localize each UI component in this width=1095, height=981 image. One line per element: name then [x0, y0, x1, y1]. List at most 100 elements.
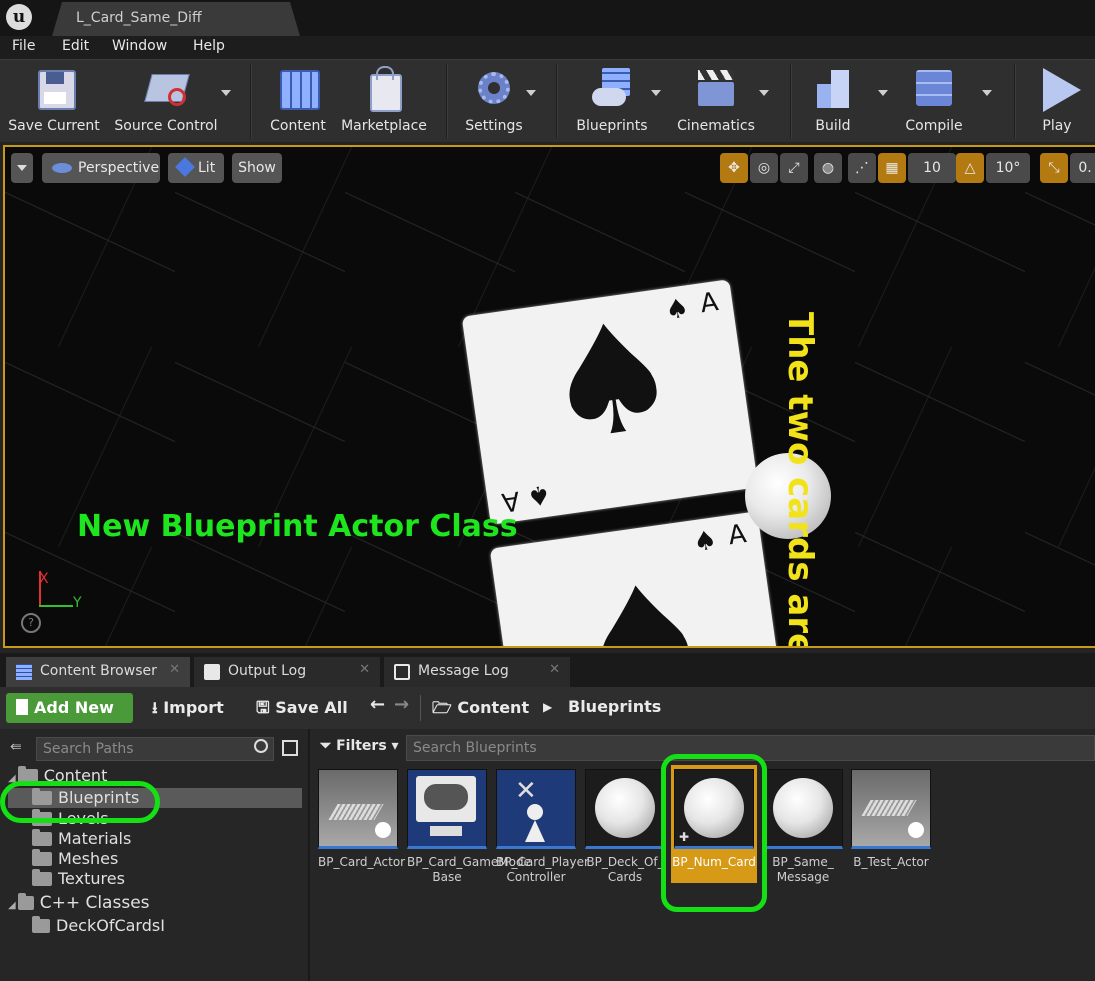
- build-dropdown-icon[interactable]: [878, 90, 888, 96]
- scale-snap-value[interactable]: 0.: [1070, 153, 1095, 183]
- show-button[interactable]: Show: [232, 153, 282, 183]
- cpp-folder-icon: [17, 893, 34, 910]
- back-arrow-icon[interactable]: ←: [370, 694, 385, 715]
- compile-label: Compile: [905, 118, 963, 134]
- assets-panel: ⏷ Filters ▾ Search Blueprints BP_Card_Ac…: [310, 729, 1095, 981]
- build-button[interactable]: Build: [804, 64, 862, 138]
- tree-folder-materials-label: Materials: [58, 829, 132, 848]
- tab-content-browser[interactable]: Content Browser ✕: [6, 657, 190, 687]
- tree-cpp-folder[interactable]: DeckOfCardsI: [32, 916, 165, 935]
- close-icon[interactable]: ✕: [359, 662, 370, 677]
- unreal-logo-icon: u: [6, 4, 32, 30]
- player-controller-thumbnail-icon: ✕: [496, 769, 576, 849]
- tab-output-log[interactable]: Output Log ✕: [194, 657, 380, 687]
- card-rank-top: A: [698, 287, 721, 320]
- import-button[interactable]: ⭳ Import: [152, 697, 224, 724]
- lit-button[interactable]: Lit: [168, 153, 224, 183]
- chevron-down-icon: ▾: [391, 738, 399, 754]
- card-suit-bottom: ♠: [525, 478, 553, 512]
- add-new-button[interactable]: Add New: [6, 693, 133, 741]
- cinematics-dropdown-icon[interactable]: [759, 90, 769, 96]
- import-label: Import: [163, 698, 224, 717]
- rotation-snap-value[interactable]: 10°: [986, 153, 1030, 183]
- scale-tool-icon[interactable]: ⤢: [780, 153, 808, 183]
- cinematics-button[interactable]: Cinematics: [674, 64, 758, 138]
- asset-label: BP_Same_ Message: [772, 855, 834, 884]
- output-log-icon: [204, 664, 220, 680]
- paths-toggle-icon[interactable]: ⇚: [10, 739, 30, 757]
- search-paths-input[interactable]: Search Paths: [36, 737, 274, 761]
- build-blocks-icon: [809, 64, 857, 112]
- tree-cpp-classes[interactable]: ◢ C++ Classes: [8, 893, 150, 913]
- axis-y-label: Y: [73, 595, 82, 611]
- level-tab[interactable]: L_Card_Same_Diff: [52, 2, 300, 36]
- panel-tab-row: Content Browser ✕ Output Log ✕ Message Log…: [0, 653, 1095, 687]
- content-button[interactable]: Content: [266, 64, 330, 138]
- save-current-label: Save Current: [8, 118, 100, 134]
- blueprints-button[interactable]: Blueprints: [572, 64, 652, 138]
- tab-message-log[interactable]: Message Log ✕: [384, 657, 570, 687]
- rotation-snap-icon[interactable]: △: [956, 153, 984, 183]
- source-control-button[interactable]: Source Control: [110, 64, 222, 138]
- source-control-dropdown-icon[interactable]: [221, 90, 231, 96]
- close-icon[interactable]: ✕: [549, 662, 560, 677]
- expand-arrow-icon: ◢: [8, 900, 16, 911]
- tree-folder-meshes[interactable]: Meshes: [32, 849, 118, 868]
- asset-tile[interactable]: B_Test_Actor: [851, 769, 931, 870]
- asset-tile[interactable]: ✕ BP_Card_Player Controller: [496, 769, 589, 885]
- blueprints-dropdown-icon[interactable]: [651, 90, 661, 96]
- asset-tile[interactable]: BP_Same_ Message: [763, 769, 843, 885]
- settings-button[interactable]: Settings: [462, 64, 526, 138]
- save-all-icon: 🖫: [256, 698, 270, 717]
- settings-dropdown-icon[interactable]: [526, 90, 536, 96]
- marketplace-button[interactable]: Marketplace: [340, 64, 428, 138]
- save-current-button[interactable]: Save Current: [8, 64, 100, 138]
- content-browser-icon: [16, 664, 32, 680]
- filters-button[interactable]: ⏷ Filters ▾: [320, 738, 399, 754]
- perspective-button[interactable]: Perspective: [42, 153, 160, 183]
- close-icon[interactable]: ✕: [169, 662, 180, 677]
- play-button[interactable]: Play: [1030, 64, 1084, 138]
- blueprints-label: Blueprints: [576, 118, 648, 134]
- marketplace-bag-icon: [360, 64, 408, 112]
- world-space-icon[interactable]: ◍: [814, 153, 842, 183]
- toolbar-separator: [556, 64, 558, 138]
- menu-edit[interactable]: Edit: [62, 38, 89, 54]
- grid-snap-value[interactable]: 10: [908, 153, 956, 183]
- asset-tile[interactable]: BP_Card_GameMode Base: [407, 769, 531, 885]
- menu-bar: File Edit Window Help: [0, 36, 1095, 59]
- view-options-icon[interactable]: [282, 740, 298, 756]
- breadcrumb-content[interactable]: 🗁 Content: [432, 697, 529, 724]
- compile-dropdown-icon[interactable]: [982, 90, 992, 96]
- menu-help[interactable]: Help: [193, 38, 225, 54]
- menu-file[interactable]: File: [12, 38, 35, 54]
- breadcrumb-blueprints[interactable]: Blueprints: [568, 697, 661, 716]
- spade-icon: ♠: [564, 547, 723, 648]
- surface-snap-icon[interactable]: ⋰: [848, 153, 876, 183]
- translate-tool-icon[interactable]: ✥: [720, 153, 748, 183]
- tree-cpp-classes-label: C++ Classes: [39, 893, 150, 913]
- save-all-button[interactable]: 🖫 Save All: [256, 697, 348, 724]
- tree-folder-textures-label: Textures: [58, 869, 125, 888]
- scale-snap-icon[interactable]: ⤡: [1040, 153, 1068, 183]
- annotation-new-blueprint-actor-class: New Blueprint Actor Class: [77, 509, 518, 544]
- compile-button[interactable]: Compile: [900, 64, 968, 138]
- yellow-3d-text: The two cards are: [780, 312, 820, 648]
- tree-folder-textures[interactable]: Textures: [32, 869, 125, 888]
- rotate-tool-icon[interactable]: ◎: [750, 153, 778, 183]
- grid-snap-icon[interactable]: ▦: [878, 153, 906, 183]
- cinematics-label: Cinematics: [677, 118, 755, 134]
- tree-folder-materials[interactable]: Materials: [32, 829, 131, 848]
- search-icon[interactable]: [254, 739, 268, 753]
- filters-label: Filters: [336, 738, 387, 754]
- asset-tile[interactable]: BP_Deck_Of_ Cards: [585, 769, 665, 885]
- card-rank-top: A: [726, 519, 749, 552]
- asset-tile[interactable]: BP_Card_Actor: [318, 769, 405, 870]
- menu-window[interactable]: Window: [112, 38, 167, 54]
- help-icon[interactable]: ?: [21, 613, 41, 633]
- chevron-down-icon: [17, 165, 27, 171]
- marketplace-label: Marketplace: [341, 118, 427, 134]
- level-viewport[interactable]: Perspective Lit Show ✥ ◎ ⤢ ◍ ⋰ ▦ 10 △ 10…: [3, 145, 1095, 648]
- viewport-options-button[interactable]: [11, 153, 33, 183]
- forward-arrow-icon[interactable]: →: [394, 694, 409, 715]
